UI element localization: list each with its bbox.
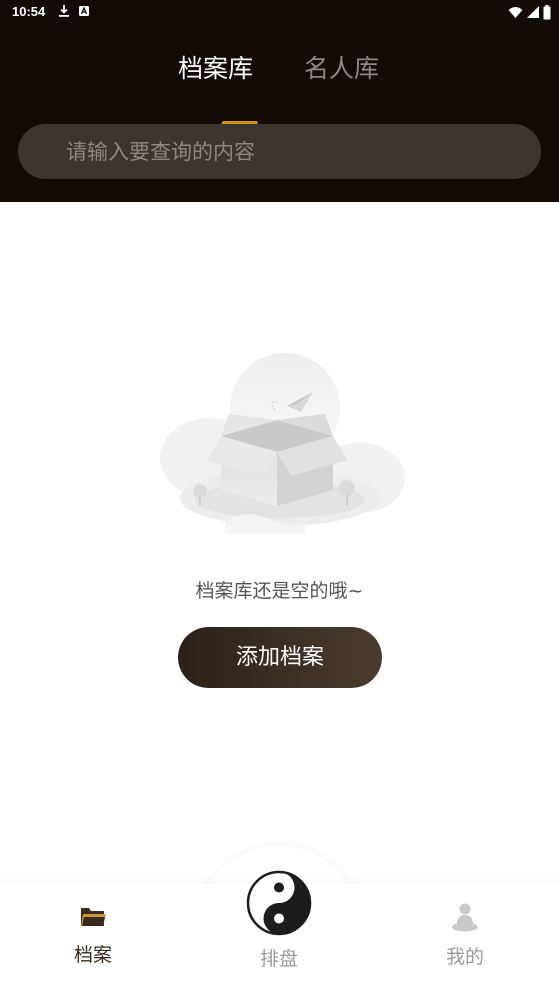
empty-box-illustration: [160, 353, 405, 533]
status-time: 10:54: [12, 4, 46, 19]
download-icon: [59, 5, 69, 17]
nav-label-archive: 档案: [73, 944, 112, 966]
status-bar: 10:54: [0, 0, 559, 26]
search-input[interactable]: [18, 124, 541, 179]
nav-item-archive[interactable]: 档案: [58, 900, 128, 967]
header: 10:54 档案库 名人库: [0, 0, 559, 202]
nav-label-mine: 我的: [445, 946, 484, 968]
notification-a-icon: [79, 6, 89, 16]
wifi-icon: [508, 6, 523, 18]
battery-icon: [543, 4, 551, 19]
meditating-person-icon: [452, 903, 478, 932]
status-icons: [508, 3, 551, 21]
nav-item-paipan[interactable]: 排盘: [234, 870, 324, 971]
folder-icon: [81, 908, 106, 926]
nav-label-paipan: 排盘: [259, 948, 298, 970]
signal-icon: [527, 6, 539, 18]
empty-message: 档案库还是空的哦~: [195, 580, 364, 602]
nav-item-mine[interactable]: 我的: [430, 900, 500, 969]
tab-archive[interactable]: 档案库: [178, 52, 253, 86]
tab-bar: 档案库 名人库: [0, 48, 559, 141]
yin-yang-icon: [246, 870, 312, 936]
search-bar: [18, 124, 541, 179]
add-archive-button[interactable]: 添加档案: [178, 627, 382, 688]
tab-celebrity[interactable]: 名人库: [304, 52, 379, 86]
